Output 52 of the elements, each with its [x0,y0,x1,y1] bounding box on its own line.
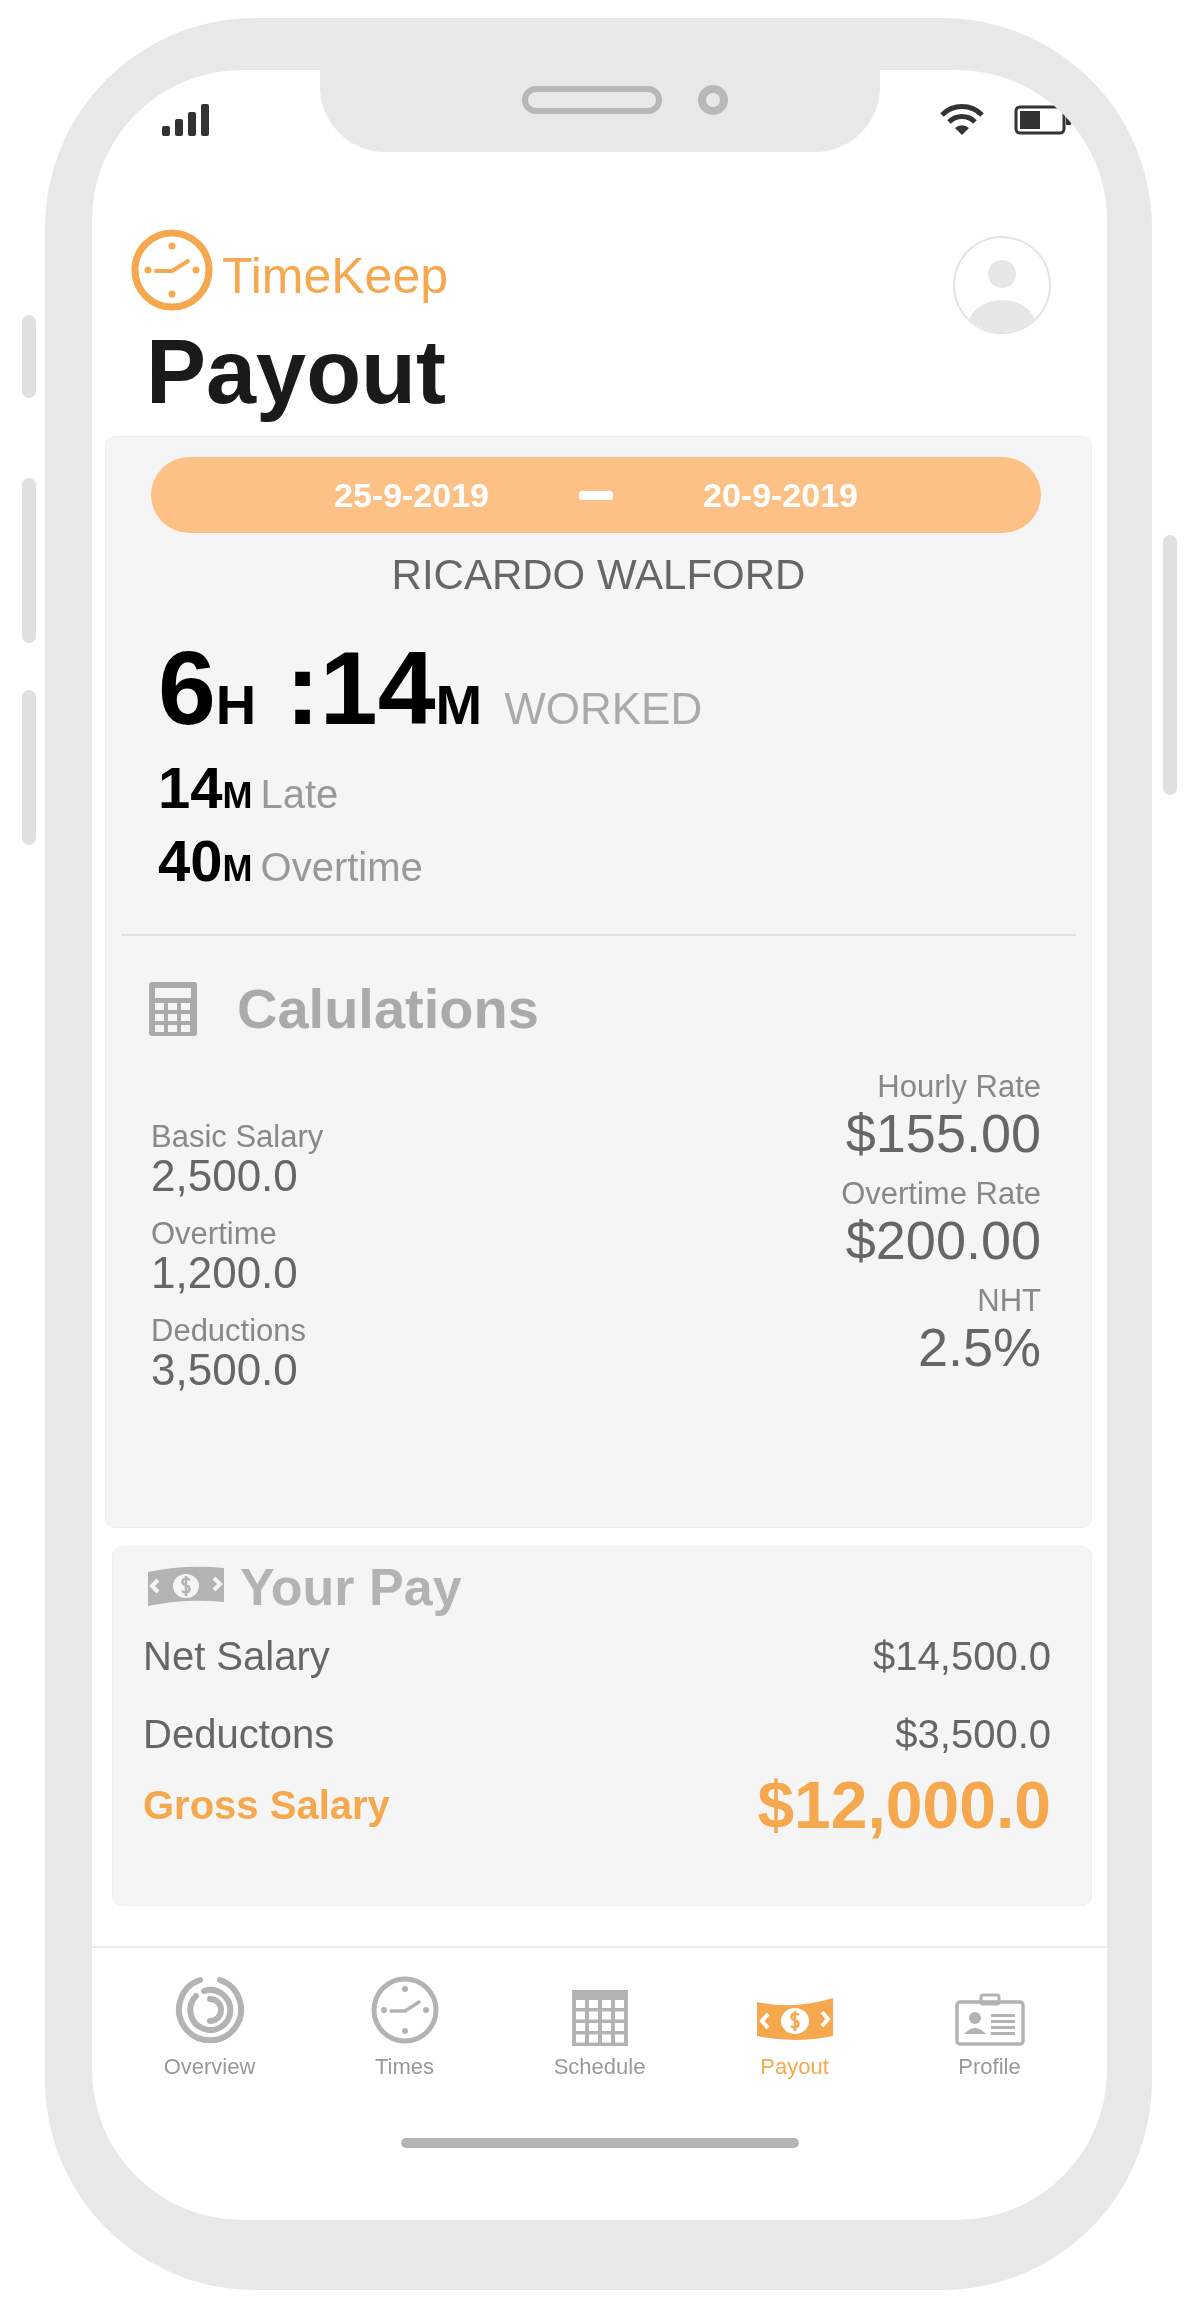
calc-value: 1,200.0 [151,1251,299,1295]
pay-label: Net Salary [143,1633,330,1679]
app-name: TimeKeep [222,247,449,305]
tab-bar-item[interactable]: Schedule [524,1970,675,2080]
battery-icon [1014,105,1072,135]
stat-label: Late [260,772,339,817]
pay-label: Gross Salary [143,1782,390,1828]
ring-chart-icon [173,1974,246,2046]
signal-icon [162,104,212,136]
pay-amount: $12,000.0 [757,1767,1051,1843]
rate-label: NHT [977,1285,1041,1316]
pay-label: Deductons [143,1711,335,1757]
wifi-icon [940,104,984,136]
rate-label: Hourly Rate [877,1071,1041,1102]
id-badge-icon [954,1992,1025,2046]
section-title: Calulations [237,976,539,1041]
tab-bar-item[interactable]: Times [329,1970,480,2080]
worked-label: WORKED [504,684,703,734]
calc-label: Overtime [151,1218,278,1249]
calendar-grid-icon [571,1990,628,2046]
rate-value: 2.5% [917,1320,1041,1374]
start-date: 25-9-2019 [334,475,489,515]
rate-label: Overtime Rate [841,1178,1041,1209]
tab-bar-item[interactable]: Profile [914,1970,1065,2080]
side-button[interactable] [22,315,36,398]
rate-value: $155.00 [845,1106,1041,1160]
employee-name: RICARDO WALFORD [390,551,807,599]
side-button[interactable] [1163,535,1177,795]
side-button[interactable] [22,690,36,845]
tab-bar-item[interactable]: Overview [134,1970,285,2080]
clock-logo-icon [130,228,214,312]
worked-time: 6H :14M [158,629,483,748]
camera-lens [698,85,728,115]
pay-amount: $14,500.0 [873,1633,1051,1679]
avatar-icon[interactable] [953,236,1051,334]
rate-value: $200.00 [845,1213,1041,1267]
stat-label: Overtime [260,845,423,890]
calc-label: Deductions [151,1315,308,1346]
section-title: Your Pay [240,1557,462,1617]
calc-value: 2,500.0 [151,1154,298,1198]
calculator-icon [149,981,197,1036]
side-button[interactable] [22,478,36,643]
range-dash [579,490,613,500]
tab-bar-item[interactable]: Payout [719,1970,870,2080]
calc-value: 3,500.0 [151,1348,299,1392]
calc-label: Basic Salary [151,1121,324,1152]
pay-amount: $3,500.0 [895,1711,1051,1757]
stat-value: 14M [158,754,253,821]
stat-value: 40M [158,827,253,894]
end-date: 20-9-2019 [703,475,858,515]
page-title: Payout [145,322,448,422]
date-range-bar[interactable]: 25-9-2019 20-9-2019 [151,457,1041,533]
